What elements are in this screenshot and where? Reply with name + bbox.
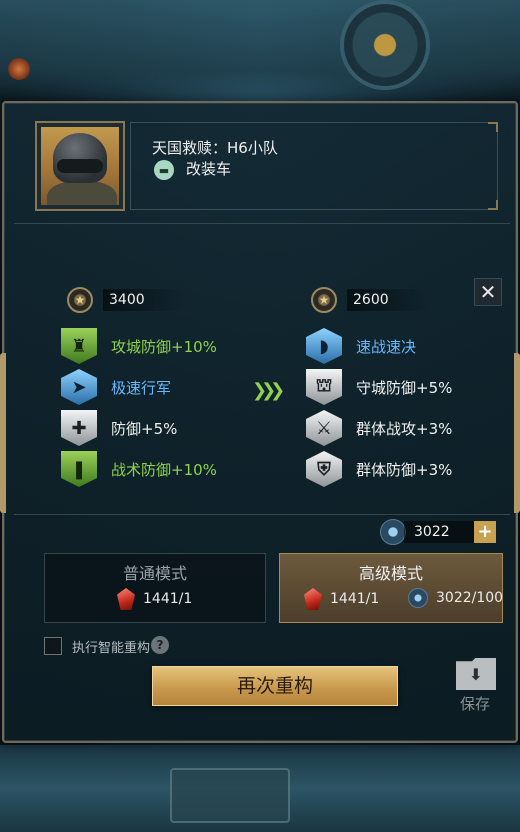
resource-amount: 3022 bbox=[404, 521, 474, 543]
normal-mode-title: 普通模式 bbox=[122, 564, 187, 583]
part-resource-icon bbox=[380, 519, 406, 545]
current-trait-label: 极速行军 bbox=[111, 378, 172, 397]
star-medal-icon: ★ bbox=[311, 287, 337, 313]
new-trait-4: ⛨ 群体防御+3% bbox=[306, 451, 452, 487]
current-trait-2: ➤ 极速行军 bbox=[61, 369, 171, 405]
new-trait-2: ⛫ 守城防御+5% bbox=[306, 369, 452, 405]
save-label[interactable]: 保存 bbox=[460, 693, 490, 714]
help-icon[interactable]: ? bbox=[151, 636, 169, 654]
ruby-icon bbox=[117, 588, 135, 610]
advanced-ruby-cost: 1441/1 bbox=[330, 591, 380, 607]
group-attack-icon: ⚔ bbox=[306, 410, 342, 446]
rebuild-dialog: 天国救赎：H6小队 ▬ 改装车 ✕ ★ 3400 ♜ 攻城防御+10% ➤ 极速… bbox=[0, 101, 520, 743]
new-trait-label: 速战速决 bbox=[356, 337, 417, 356]
new-trait-3: ⚔ 群体战攻+3% bbox=[306, 410, 452, 446]
current-trait-3: ✚ 防御+5% bbox=[61, 410, 177, 446]
current-score: ★ 3400 bbox=[67, 287, 185, 313]
normal-mode-cost: 1441/1 bbox=[117, 588, 192, 610]
current-trait-label: 战术防御+10% bbox=[111, 460, 217, 479]
current-trait-1: ♜ 攻城防御+10% bbox=[61, 328, 217, 364]
advanced-mode-title: 高级模式 bbox=[358, 564, 423, 583]
part-resource-icon bbox=[408, 588, 428, 608]
gate-icon: ⛫ bbox=[306, 369, 342, 405]
new-trait-label: 守城防御+5% bbox=[356, 378, 453, 397]
runner-icon: ➤ bbox=[61, 369, 97, 405]
avatar bbox=[41, 127, 119, 205]
background-gear bbox=[340, 0, 430, 90]
smart-rebuild-label: 执行智能重构 bbox=[72, 641, 151, 656]
close-button[interactable]: ✕ bbox=[474, 278, 502, 306]
divider-middle bbox=[14, 514, 510, 515]
castle-shield-icon: ♜ bbox=[61, 328, 97, 364]
tactic-shield-icon: ❚ bbox=[61, 451, 97, 487]
group-defense-icon: ⛨ bbox=[306, 451, 342, 487]
new-trait-label: 群体防御+3% bbox=[356, 460, 453, 479]
current-trait-label: 攻城防御+10% bbox=[111, 337, 217, 356]
normal-mode-button[interactable]: 普通模式 1441/1 bbox=[44, 553, 266, 623]
star-medal-icon: ★ bbox=[67, 287, 93, 313]
new-trait-label: 群体战攻+3% bbox=[356, 419, 453, 438]
avatar-body bbox=[47, 181, 117, 205]
advanced-ruby-cost-group: 1441/1 bbox=[304, 588, 379, 610]
advanced-mode-button[interactable]: 高级模式 1441/1 3022/100 bbox=[279, 553, 503, 623]
background-panel bbox=[170, 768, 290, 823]
unit-name: 天国救赎：H6小队 bbox=[152, 139, 278, 157]
new-score: ★ 2600 bbox=[311, 287, 429, 313]
advanced-part-cost: 3022/100 bbox=[436, 590, 504, 606]
arrow-right-icon: ❯❯❯ bbox=[252, 380, 285, 401]
rebuild-again-button[interactable]: 再次重构 bbox=[152, 666, 398, 706]
resource-counter: 3022 + bbox=[380, 519, 496, 545]
current-trait-4: ❚ 战术防御+10% bbox=[61, 451, 217, 487]
background-machinery bbox=[0, 0, 520, 100]
plus-shield-icon: ✚ bbox=[61, 410, 97, 446]
helmet-icon bbox=[53, 133, 107, 183]
save-folder-icon[interactable]: ⬇ bbox=[456, 658, 496, 690]
smart-rebuild-checkbox[interactable] bbox=[44, 637, 62, 655]
vehicle-type: 改装车 bbox=[186, 160, 232, 178]
dialog-edge-right bbox=[514, 353, 520, 513]
new-trait-1: ◗ 速战速决 bbox=[306, 328, 416, 364]
current-trait-label: 防御+5% bbox=[111, 419, 178, 438]
current-score-value: 3400 bbox=[103, 289, 185, 311]
advanced-part-cost-group: 3022/100 bbox=[408, 588, 503, 608]
new-score-value: 2600 bbox=[347, 289, 429, 311]
divider-top bbox=[14, 223, 510, 224]
avatar-frame bbox=[35, 121, 125, 211]
bullet-icon: ◗ bbox=[306, 328, 342, 364]
background-light bbox=[8, 58, 30, 80]
ruby-icon bbox=[304, 588, 322, 610]
dialog-edge-left bbox=[0, 353, 6, 513]
normal-ruby-cost: 1441/1 bbox=[143, 591, 193, 607]
goggles-icon bbox=[57, 159, 103, 173]
truck-icon: ▬ bbox=[154, 160, 174, 180]
add-resource-button[interactable]: + bbox=[474, 521, 496, 543]
